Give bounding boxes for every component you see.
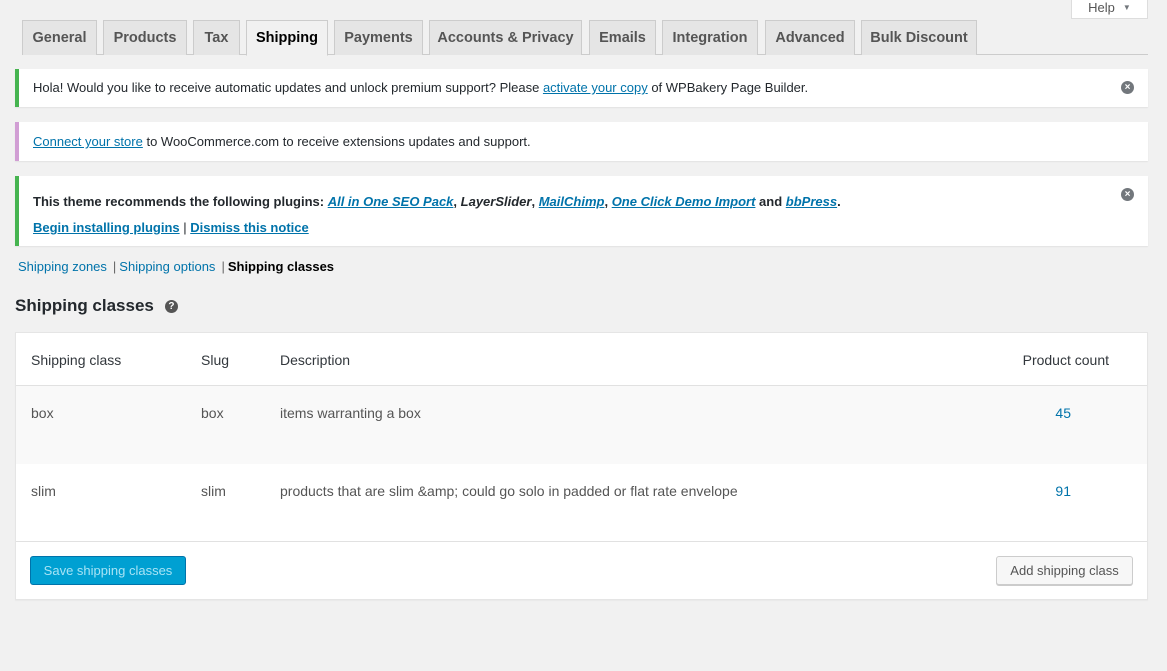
period: . — [837, 194, 841, 209]
comma: , — [453, 194, 461, 209]
help-label: Help — [1088, 0, 1115, 15]
page-title: Shipping classes ? — [15, 296, 178, 316]
subnav-separator: | — [112, 259, 117, 274]
shipping-subnav: Shipping zones | Shipping options | Shipping… — [18, 259, 334, 274]
pipe-separator: | — [179, 220, 191, 235]
tab-tax[interactable]: Tax — [193, 20, 240, 55]
tab-general[interactable]: General — [22, 20, 97, 55]
column-header-slug: Slug — [201, 352, 230, 368]
tab-emails[interactable]: Emails — [589, 20, 656, 55]
activate-copy-link[interactable]: activate your copy — [543, 80, 648, 95]
shipping-class-name: slim — [31, 483, 56, 499]
settings-tabs: General Products Tax Shipping Payments A… — [22, 20, 1148, 56]
connect-store-link[interactable]: Connect your store — [33, 134, 143, 149]
close-circle-icon[interactable]: × — [1121, 81, 1134, 94]
woocommerce-notice-text: Connect your store to WooCommerce.com to… — [33, 134, 531, 149]
caret-down-icon: ▼ — [1122, 2, 1131, 12]
begin-installing-plugins-link[interactable]: Begin installing plugins — [33, 220, 180, 235]
close-circle-icon[interactable]: × — [1121, 188, 1134, 201]
woocommerce-notice: Connect your store to WooCommerce.com to… — [15, 122, 1148, 161]
notice-text: to WooCommerce.com to receive extensions… — [142, 134, 531, 149]
help-icon[interactable]: ? — [164, 299, 178, 313]
subnav-shipping-zones[interactable]: Shipping zones — [18, 259, 107, 274]
notice-text: Hola! Would you like to receive automati… — [33, 80, 543, 95]
tab-integration[interactable]: Integration — [662, 20, 758, 55]
plugin-link-bbpress[interactable]: bbPress — [786, 194, 837, 209]
help-tab-button[interactable]: Help ▼ — [1071, 0, 1148, 19]
tab-advanced[interactable]: Advanced — [765, 20, 855, 55]
wpbakery-notice: Hola! Would you like to receive automati… — [15, 69, 1148, 107]
product-count-link[interactable]: 45 — [1055, 405, 1071, 421]
table-row[interactable]: slim slim products that are slim &amp; c… — [16, 464, 1147, 542]
table-header: Shipping class Slug Description Product … — [16, 333, 1147, 386]
dismiss-notice-link[interactable]: Dismiss this notice — [190, 220, 308, 235]
plugin-layerslider: LayerSlider — [460, 194, 532, 209]
page-title-text: Shipping classes — [15, 296, 154, 315]
comma: , — [531, 194, 539, 209]
wpbakery-notice-text: Hola! Would you like to receive automati… — [33, 80, 808, 95]
subnav-shipping-options[interactable]: Shipping options — [119, 259, 215, 274]
tab-shipping[interactable]: Shipping — [246, 20, 328, 56]
add-shipping-class-button[interactable]: Add shipping class — [996, 556, 1133, 585]
shipping-classes-table: Shipping class Slug Description Product … — [15, 332, 1148, 600]
subnav-separator: | — [221, 259, 225, 274]
shipping-class-name: box — [31, 405, 54, 421]
plugin-link-aioseo[interactable]: All in One SEO Pack — [328, 194, 454, 209]
column-header-description: Description — [280, 352, 351, 368]
tab-payments[interactable]: Payments — [334, 20, 423, 55]
save-shipping-classes-button[interactable]: Save shipping classes — [30, 556, 186, 585]
tab-accounts-privacy[interactable]: Accounts & Privacy — [429, 20, 582, 55]
table-footer: Save shipping classes Add shipping class — [16, 541, 1147, 599]
notice-text: of WPBakery Page Builder. — [647, 80, 809, 95]
shipping-class-slug: slim — [201, 483, 226, 499]
shipping-class-slug: box — [201, 405, 224, 421]
comma: , — [604, 194, 612, 209]
notice-intro: This theme recommends the following plug… — [33, 194, 328, 209]
and-text: and — [755, 194, 786, 209]
shipping-class-description: items warranting a box — [280, 405, 421, 421]
plugins-notice: This theme recommends the following plug… — [15, 176, 1148, 246]
column-header-shipping-class: Shipping class — [31, 352, 122, 368]
plugin-link-one-click-demo-import[interactable]: One Click Demo Import — [612, 194, 756, 209]
subnav-shipping-classes[interactable]: Shipping classes — [228, 259, 334, 274]
shipping-class-description: products that are slim &amp; could go so… — [280, 483, 738, 499]
plugins-notice-actions: Begin installing plugins | Dismiss this … — [33, 220, 309, 235]
column-header-product-count: Product count — [1022, 352, 1109, 368]
table-row[interactable]: box box items warranting a box 45 — [16, 386, 1147, 464]
plugins-notice-text: This theme recommends the following plug… — [33, 194, 841, 209]
tab-products[interactable]: Products — [103, 20, 187, 55]
plugin-link-mailchimp[interactable]: MailChimp — [539, 194, 605, 209]
tab-bulk-discount[interactable]: Bulk Discount — [861, 20, 977, 55]
product-count-link[interactable]: 91 — [1055, 483, 1071, 499]
